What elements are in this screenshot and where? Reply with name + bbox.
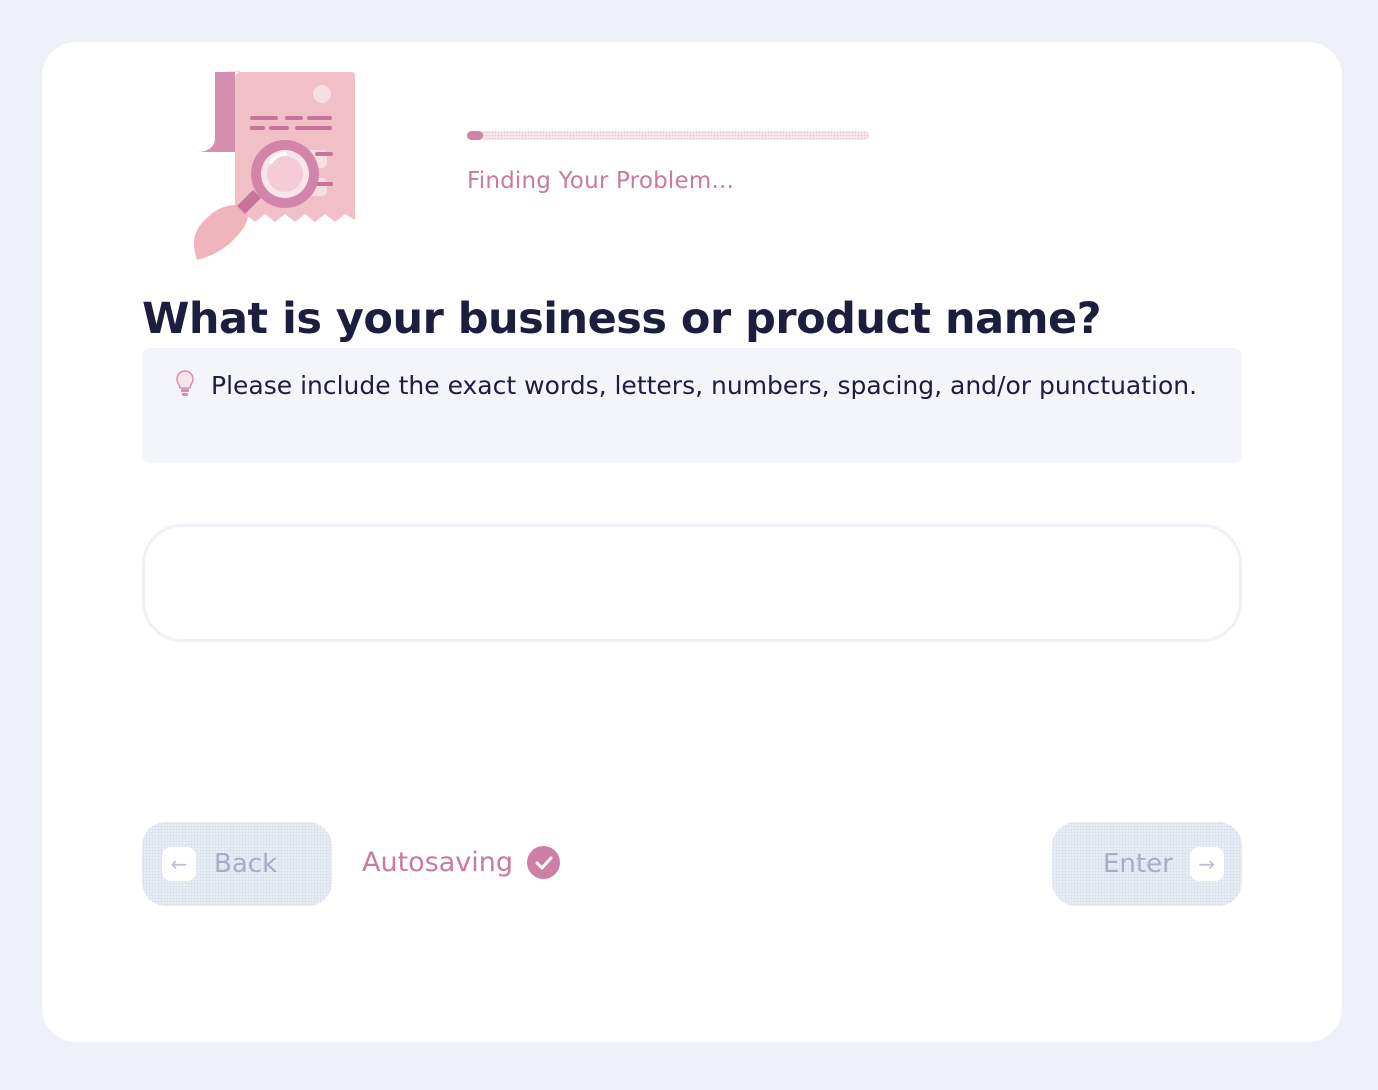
document-magnifier-illustration [193,71,355,260]
lightbulb-icon [176,370,194,396]
enter-button-label: Enter [1103,849,1173,879]
autosave-label: Autosaving [362,847,514,878]
arrow-right-icon: → [1189,847,1224,881]
autosave-status: Autosaving [362,846,561,879]
arrow-left-icon: ← [162,847,196,881]
hint-box: Please include the exact words, letters,… [142,348,1242,463]
back-button-label: Back [214,849,278,879]
form-card: Finding Your Problem... What is your bus… [42,42,1342,1042]
hint-text: Please include the exact words, letters,… [211,371,1198,400]
progress-bar [467,131,869,140]
back-button[interactable]: ← Back [142,822,332,906]
check-circle-icon [527,846,561,879]
enter-button[interactable]: Enter → [1052,822,1242,906]
progress-bar-fill [467,131,484,140]
question-title: What is your business or product name? [142,294,1102,344]
business-name-input[interactable] [142,524,1242,642]
progress-status-text: Finding Your Problem... [467,168,734,194]
